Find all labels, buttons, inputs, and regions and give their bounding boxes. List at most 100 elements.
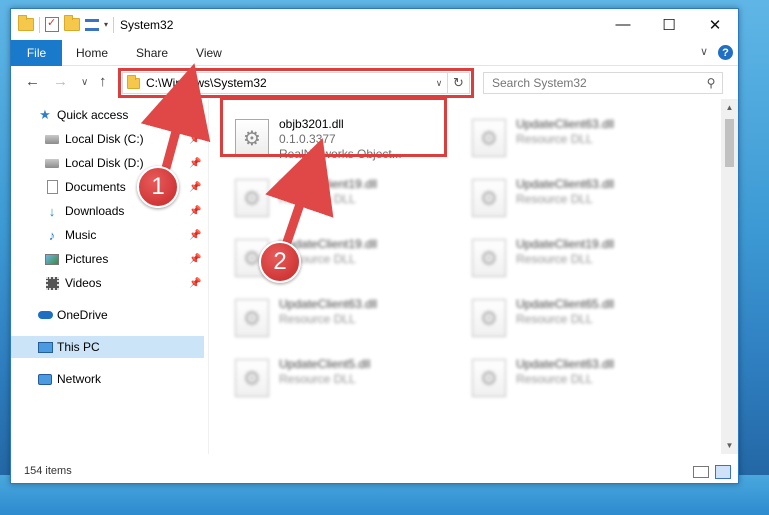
pin-icon[interactable]: 📌: [189, 230, 201, 241]
file-name: UpdateClient5.dll: [279, 357, 371, 371]
pin-icon[interactable]: 📌: [189, 158, 201, 169]
view-options-icon[interactable]: [85, 18, 99, 31]
step-2-badge: 2: [259, 241, 301, 283]
status-bar: 154 items: [11, 461, 738, 483]
up-button[interactable]: ↑: [99, 73, 107, 90]
network-icon: [37, 372, 53, 386]
window-controls: — ☐ ✕: [600, 9, 738, 40]
pictures-icon: [44, 252, 60, 266]
sidebar-item-videos[interactable]: Videos 📌: [11, 272, 204, 294]
sidebar-item-label: Local Disk (D:): [65, 156, 144, 170]
sidebar-item-local-disk-d[interactable]: Local Disk (D:) 📌: [11, 152, 204, 174]
expand-ribbon-chevron-icon[interactable]: ∨: [700, 45, 708, 58]
file-item[interactable]: ⚙ UpdateClient19.dll Resource DLL: [209, 169, 439, 227]
sidebar-item-downloads[interactable]: ↓ Downloads 📌: [11, 200, 204, 222]
close-button[interactable]: ✕: [692, 9, 738, 40]
sidebar-item-local-disk-c[interactable]: Local Disk (C:) 📌: [11, 128, 204, 150]
dll-file-icon: ⚙: [472, 299, 506, 337]
quick-access-toolbar: ▾: [11, 9, 115, 40]
pin-icon[interactable]: 📌: [189, 134, 201, 145]
file-description: Resource DLL: [279, 192, 356, 206]
sidebar-item-label: Downloads: [65, 204, 125, 218]
address-highlight-box: [118, 68, 474, 98]
minimize-button[interactable]: —: [600, 9, 646, 40]
file-description: Resource DLL: [516, 372, 593, 386]
search-input[interactable]: [492, 76, 700, 90]
file-name: UpdateClient63.dll: [279, 297, 378, 311]
sidebar-item-quick-access[interactable]: ★ Quick access: [11, 104, 204, 126]
file-item[interactable]: ⚙ UpdateClient63.dll Resource DLL: [446, 109, 676, 167]
documents-icon: [44, 180, 60, 194]
search-box[interactable]: ⚲: [483, 72, 723, 94]
customize-toolbar-chevron-icon[interactable]: ▾: [104, 20, 108, 29]
sidebar-item-label: Local Disk (C:): [65, 132, 144, 146]
pin-icon[interactable]: 📌: [189, 182, 201, 193]
sidebar-item-pictures[interactable]: Pictures 📌: [11, 248, 204, 270]
file-description: Resource DLL: [516, 132, 593, 146]
tab-home[interactable]: Home: [62, 40, 122, 66]
dll-file-icon: ⚙: [235, 359, 269, 397]
videos-icon: [44, 276, 60, 290]
star-icon: ★: [39, 107, 51, 122]
dll-file-icon: ⚙: [472, 179, 506, 217]
maximize-button[interactable]: ☐: [646, 9, 692, 40]
tab-share[interactable]: Share: [122, 40, 182, 66]
divider: [113, 16, 115, 33]
file-description: Resource DLL: [516, 192, 593, 206]
file-item[interactable]: ⚙ UpdateClient19.dll Resource DLL: [209, 229, 439, 287]
file-item[interactable]: ⚙ UpdateClient63.dll Resource DLL: [446, 169, 676, 227]
help-icon[interactable]: ?: [718, 45, 733, 60]
sidebar-item-onedrive[interactable]: OneDrive: [11, 304, 204, 326]
file-item[interactable]: ⚙ UpdateClient19.dll Resource DLL: [446, 229, 676, 287]
recent-locations-chevron-icon[interactable]: ∨: [81, 77, 88, 88]
sidebar-item-label: Network: [57, 372, 102, 386]
file-name: UpdateClient65.dll: [516, 297, 615, 311]
file-name: UpdateClient63.dll: [516, 117, 615, 131]
file-item[interactable]: ⚙ UpdateClient65.dll Resource DLL: [446, 289, 676, 347]
details-view-icon[interactable]: [693, 466, 709, 478]
large-icons-view-icon[interactable]: [715, 465, 731, 479]
forward-button[interactable]: →: [53, 73, 68, 90]
window-title: System32: [120, 17, 174, 32]
tab-view[interactable]: View: [182, 40, 236, 66]
file-explorer-window: ▾ System32 — ☐ ✕ File Home Share View ∨ …: [10, 8, 739, 484]
onedrive-icon: [37, 308, 53, 322]
sidebar-item-label: Pictures: [65, 252, 109, 266]
divider: [39, 16, 40, 33]
sidebar-item-label: Documents: [65, 180, 126, 194]
disk-icon: [44, 156, 60, 170]
sidebar-item-music[interactable]: ♪ Music 📌: [11, 224, 204, 246]
sidebar-item-this-pc[interactable]: This PC: [11, 336, 204, 358]
scrollbar-thumb[interactable]: [725, 119, 734, 167]
new-folder-icon[interactable]: [64, 15, 80, 31]
pin-icon[interactable]: 📌: [189, 254, 201, 265]
file-description: Resource DLL: [279, 372, 356, 386]
scroll-down-arrow-icon[interactable]: ▼: [721, 437, 738, 454]
step-1-badge: 1: [137, 166, 179, 208]
file-highlight-box: [220, 97, 447, 157]
back-button[interactable]: ←: [25, 73, 40, 90]
properties-icon[interactable]: [45, 16, 59, 32]
file-item[interactable]: ⚙ UpdateClient5.dll Resource DLL: [209, 349, 439, 407]
pin-icon[interactable]: 📌: [189, 278, 201, 289]
file-item[interactable]: ⚙ UpdateClient63.dll Resource DLL: [446, 349, 676, 407]
disk-icon: [44, 132, 60, 146]
search-icon[interactable]: ⚲: [700, 76, 722, 90]
ribbon-tabs: File Home Share View ∨ ?: [11, 39, 738, 66]
navigation-bar: ← → ∨ ↑ C:\Windows\System32 ∨ ↻ ⚲: [11, 67, 738, 99]
pin-icon[interactable]: 📌: [189, 206, 201, 217]
tab-file[interactable]: File: [11, 39, 62, 66]
vertical-scrollbar[interactable]: ▲ ▼: [721, 99, 738, 454]
sidebar-item-label: Videos: [65, 276, 102, 290]
dll-file-icon: ⚙: [235, 179, 269, 217]
sidebar-item-network[interactable]: Network: [11, 368, 204, 390]
title-bar: ▾ System32 — ☐ ✕: [11, 9, 738, 40]
file-item[interactable]: ⚙ UpdateClient63.dll Resource DLL: [209, 289, 439, 347]
item-count: 154 items: [24, 465, 72, 477]
folder-icon: [18, 15, 34, 31]
sidebar-item-label: OneDrive: [57, 308, 108, 322]
navigation-pane: ★ Quick access Local Disk (C:) 📌 Local D…: [11, 104, 208, 454]
sidebar-item-label: Music: [65, 228, 97, 242]
scroll-up-arrow-icon[interactable]: ▲: [721, 99, 738, 116]
file-name: UpdateClient63.dll: [516, 357, 615, 371]
